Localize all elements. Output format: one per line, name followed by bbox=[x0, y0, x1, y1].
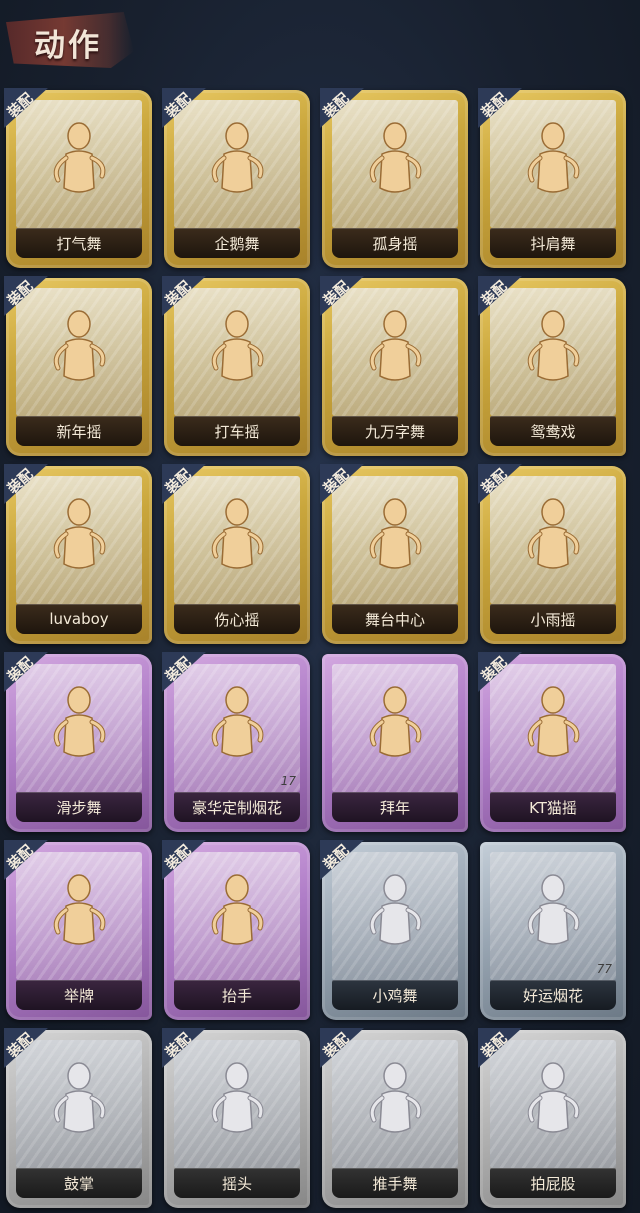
emote-card[interactable]: 鼓掌 装配 bbox=[4, 1028, 152, 1208]
dancer-silhouette-icon bbox=[202, 682, 272, 772]
emote-card[interactable]: 企鹅舞 装配 bbox=[162, 88, 310, 268]
emote-name: 拍屁股 bbox=[490, 1168, 616, 1198]
emote-name: 伤心摇 bbox=[174, 604, 300, 634]
dancer-silhouette-icon bbox=[44, 870, 114, 960]
emote-name: 小鸡舞 bbox=[332, 980, 458, 1010]
emote-name: 抬手 bbox=[174, 980, 300, 1010]
dancer-silhouette-icon bbox=[360, 118, 430, 208]
dancer-silhouette-icon bbox=[360, 306, 430, 396]
emote-card[interactable]: 抬手 装配 bbox=[162, 840, 310, 1020]
card-frame: 鼓掌 bbox=[6, 1030, 152, 1208]
dancer-silhouette-icon bbox=[202, 494, 272, 584]
emote-card[interactable]: 新年摇 装配 bbox=[4, 276, 152, 456]
card-frame: 企鹅舞 bbox=[164, 90, 310, 268]
card-frame: 新年摇 bbox=[6, 278, 152, 456]
emote-card[interactable]: 摇头 装配 bbox=[162, 1028, 310, 1208]
emote-card[interactable]: 孤身摇 装配 bbox=[320, 88, 468, 268]
dancer-silhouette-icon bbox=[44, 494, 114, 584]
emote-card[interactable]: 拜年 bbox=[322, 654, 468, 832]
card-frame: 打气舞 bbox=[6, 90, 152, 268]
emote-card[interactable]: 滑步舞 装配 bbox=[4, 652, 152, 832]
card-frame: luvaboy bbox=[6, 466, 152, 644]
dancer-silhouette-icon bbox=[44, 306, 114, 396]
emote-name: 推手舞 bbox=[332, 1168, 458, 1198]
dancer-silhouette-faded-icon bbox=[44, 1058, 114, 1148]
emote-card[interactable]: 举牌 装配 bbox=[4, 840, 152, 1020]
card-frame: 拜年 bbox=[322, 654, 468, 832]
emote-card[interactable]: 小鸡舞 装配 bbox=[320, 840, 468, 1020]
emote-card[interactable]: 打气舞 装配 bbox=[4, 88, 152, 268]
emote-card[interactable]: luvaboy 装配 bbox=[4, 464, 152, 644]
emote-name: 鸳鸯戏 bbox=[490, 416, 616, 446]
dancer-silhouette-icon bbox=[202, 118, 272, 208]
emote-name: 九万字舞 bbox=[332, 416, 458, 446]
emote-name: 舞台中心 bbox=[332, 604, 458, 634]
dancer-silhouette-icon bbox=[360, 494, 430, 584]
dancer-silhouette-icon bbox=[44, 682, 114, 772]
emote-card[interactable]: 推手舞 装配 bbox=[320, 1028, 468, 1208]
card-frame: 77 好运烟花 bbox=[480, 842, 626, 1020]
dancer-silhouette-icon bbox=[518, 682, 588, 772]
dancer-silhouette-icon bbox=[202, 306, 272, 396]
emote-name: luvaboy bbox=[16, 604, 142, 634]
emote-card[interactable]: 17 豪华定制烟花 装配 bbox=[162, 652, 310, 832]
dancer-silhouette-faded-icon bbox=[360, 1058, 430, 1148]
emote-name: 孤身摇 bbox=[332, 228, 458, 258]
emote-name: 好运烟花 bbox=[490, 980, 616, 1010]
emote-name: 滑步舞 bbox=[16, 792, 142, 822]
emote-card[interactable]: 鸳鸯戏 装配 bbox=[478, 276, 626, 456]
card-frame: 小雨摇 bbox=[480, 466, 626, 644]
card-frame: 伤心摇 bbox=[164, 466, 310, 644]
card-frame: 九万字舞 bbox=[322, 278, 468, 456]
card-frame: 抖肩舞 bbox=[480, 90, 626, 268]
card-frame: 打车摇 bbox=[164, 278, 310, 456]
emote-card[interactable]: 九万字舞 装配 bbox=[320, 276, 468, 456]
emote-name: 拜年 bbox=[332, 792, 458, 822]
dancer-silhouette-faded-icon bbox=[202, 1058, 272, 1148]
card-frame: 滑步舞 bbox=[6, 654, 152, 832]
emote-card[interactable]: 77 好运烟花 bbox=[480, 842, 626, 1020]
emote-name: 打车摇 bbox=[174, 416, 300, 446]
dancer-silhouette-faded-icon bbox=[518, 1058, 588, 1148]
emote-card[interactable]: 打车摇 装配 bbox=[162, 276, 310, 456]
emote-grid: 打气舞 装配 企鹅舞 装配 孤身摇 装配 抖肩舞 装配新年摇 装配 打车摇 装配 九万字舞 装配 鸳鸯戏装… bbox=[0, 0, 640, 1213]
dancer-silhouette-icon bbox=[518, 306, 588, 396]
item-count: 17 bbox=[280, 774, 296, 788]
item-count: 77 bbox=[596, 962, 612, 976]
emote-name: 新年摇 bbox=[16, 416, 142, 446]
emote-name: 企鹅舞 bbox=[174, 228, 300, 258]
dancer-silhouette-icon bbox=[202, 870, 272, 960]
emote-name: 摇头 bbox=[174, 1168, 300, 1198]
card-frame: 舞台中心 bbox=[322, 466, 468, 644]
emote-card[interactable]: 舞台中心 装配 bbox=[320, 464, 468, 644]
dancer-silhouette-icon bbox=[518, 118, 588, 208]
emote-card[interactable]: 伤心摇 装配 bbox=[162, 464, 310, 644]
emote-card[interactable]: 拍屁股 装配 bbox=[478, 1028, 626, 1208]
card-frame: 17 豪华定制烟花 bbox=[164, 654, 310, 832]
card-frame: KT猫摇 bbox=[480, 654, 626, 832]
card-frame: 拍屁股 bbox=[480, 1030, 626, 1208]
dancer-silhouette-icon bbox=[518, 494, 588, 584]
emote-card[interactable]: 小雨摇 装配 bbox=[478, 464, 626, 644]
card-frame: 抬手 bbox=[164, 842, 310, 1020]
emote-card[interactable]: KT猫摇 装配 bbox=[478, 652, 626, 832]
dancer-silhouette-faded-icon bbox=[360, 870, 430, 960]
card-frame: 小鸡舞 bbox=[322, 842, 468, 1020]
emote-name: 举牌 bbox=[16, 980, 142, 1010]
card-frame: 举牌 bbox=[6, 842, 152, 1020]
card-frame: 推手舞 bbox=[322, 1030, 468, 1208]
emote-name: 打气舞 bbox=[16, 228, 142, 258]
emote-name: 鼓掌 bbox=[16, 1168, 142, 1198]
emote-name: 小雨摇 bbox=[490, 604, 616, 634]
card-frame: 鸳鸯戏 bbox=[480, 278, 626, 456]
card-frame: 摇头 bbox=[164, 1030, 310, 1208]
emote-name: 抖肩舞 bbox=[490, 228, 616, 258]
emote-name: KT猫摇 bbox=[490, 792, 616, 822]
card-frame: 孤身摇 bbox=[322, 90, 468, 268]
emote-card[interactable]: 抖肩舞 装配 bbox=[478, 88, 626, 268]
dancer-silhouette-faded-icon bbox=[518, 870, 588, 960]
dancer-silhouette-icon bbox=[360, 682, 430, 772]
dancer-silhouette-icon bbox=[44, 118, 114, 208]
emote-name: 豪华定制烟花 bbox=[174, 792, 300, 822]
